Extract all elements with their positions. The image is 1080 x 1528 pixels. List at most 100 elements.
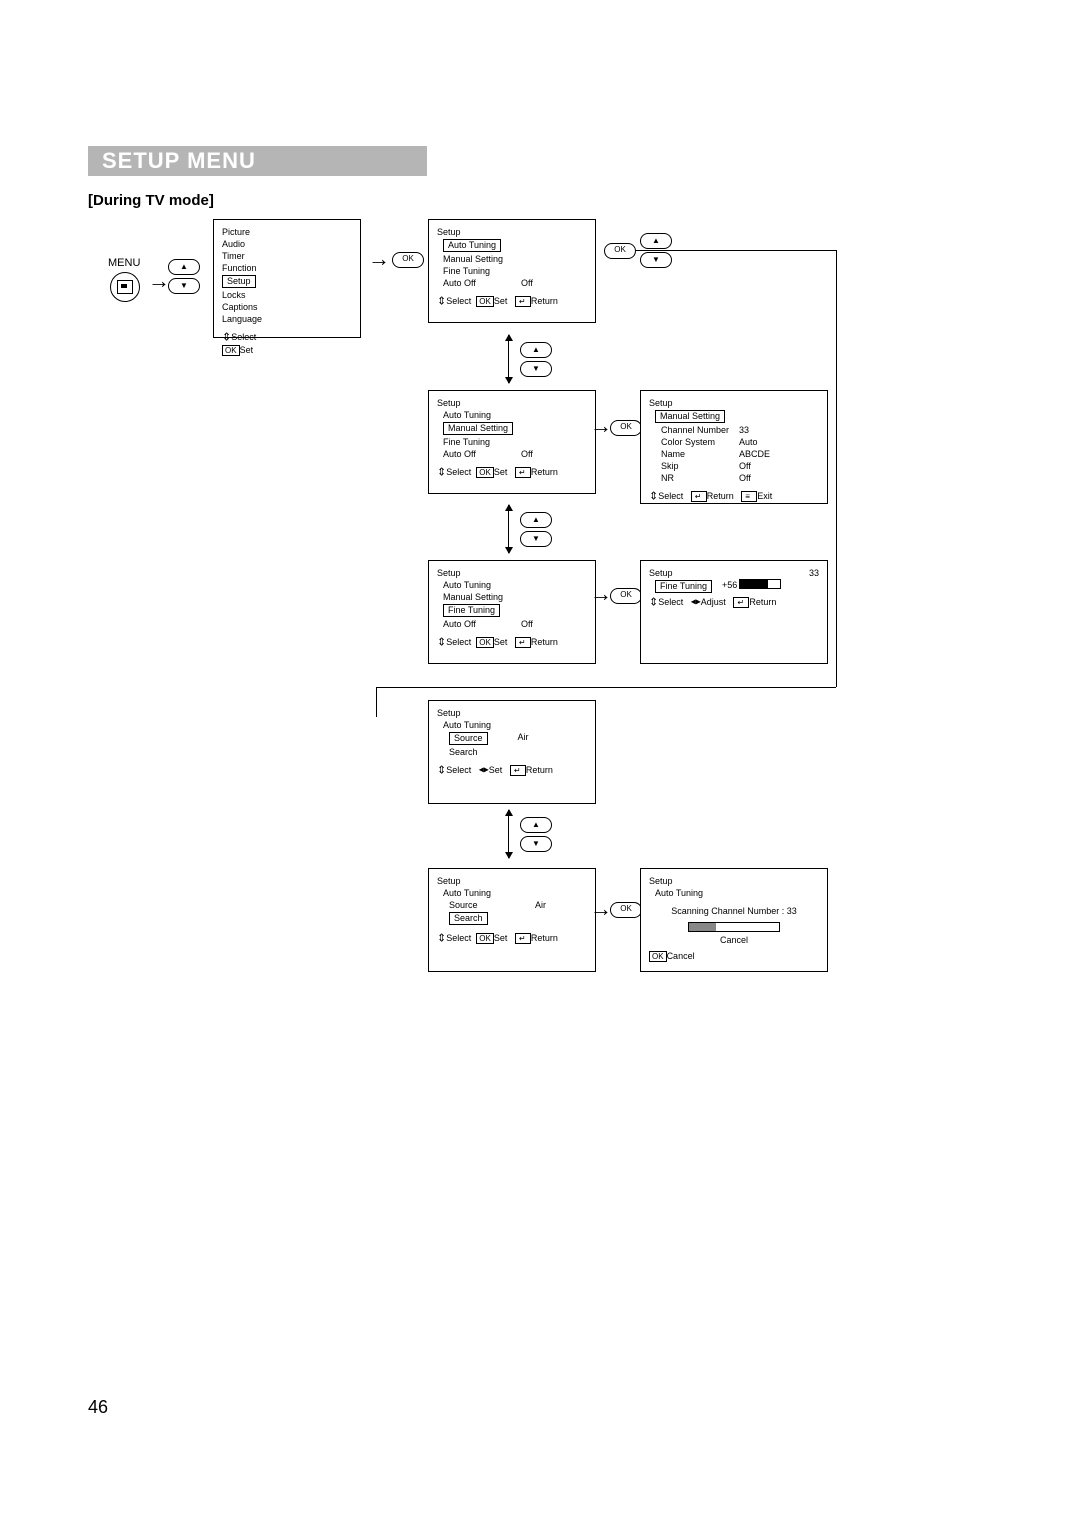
nav-down-icon[interactable]: ▼ bbox=[520, 531, 552, 547]
vertical-connector bbox=[508, 505, 509, 553]
panel-hints: ⇕Select ◂▸Adjust Return bbox=[649, 596, 819, 609]
setup-panel-manual: Setup Auto Tuning Manual Setting Fine Tu… bbox=[428, 390, 596, 494]
menu-item[interactable]: Fine Tuning bbox=[443, 436, 521, 448]
menu-item-selected[interactable]: Fine Tuning bbox=[655, 580, 712, 593]
cancel-label[interactable]: Cancel bbox=[649, 934, 819, 946]
panel-title: Setup bbox=[437, 875, 587, 887]
menu-item[interactable]: Manual Setting bbox=[443, 591, 521, 603]
section-subhead: [During TV mode] bbox=[88, 192, 214, 209]
arrow-right-icon: → bbox=[590, 898, 612, 920]
nav-up-icon[interactable]: ▲ bbox=[168, 259, 200, 275]
vertical-connector bbox=[508, 810, 509, 858]
menu-button-icon[interactable] bbox=[110, 272, 140, 302]
menu-value: Off bbox=[521, 448, 561, 460]
progress-bar bbox=[688, 922, 780, 932]
panel-title: Setup bbox=[649, 397, 819, 409]
menu-item[interactable]: Function bbox=[222, 262, 352, 274]
field-value: ABCDE bbox=[739, 448, 779, 460]
menu-item[interactable]: Locks bbox=[222, 289, 352, 301]
nav-up-icon[interactable]: ▲ bbox=[520, 817, 552, 833]
setup-panel-fine: Setup Auto Tuning Manual Setting Fine Tu… bbox=[428, 560, 596, 664]
panel-title: Setup bbox=[437, 567, 587, 579]
ok-button[interactable]: OK bbox=[610, 420, 642, 436]
nav-down-icon[interactable]: ▼ bbox=[520, 836, 552, 852]
field-label: Color System bbox=[661, 436, 739, 448]
page-number: 46 bbox=[88, 1397, 108, 1418]
field-label: Name bbox=[661, 448, 739, 460]
panel-hints: ⇕Select OKSet Return bbox=[437, 636, 587, 649]
panel-hints: ⇕Select OKSet Return bbox=[437, 466, 587, 479]
field-value: 33 bbox=[739, 424, 779, 436]
menu-item[interactable]: Language bbox=[222, 313, 352, 325]
menu-item-selected[interactable]: Manual Setting bbox=[443, 422, 513, 435]
nav-up-icon[interactable]: ▲ bbox=[640, 233, 672, 249]
fine-tuning-value: +56 bbox=[722, 579, 737, 594]
nav-up-icon[interactable]: ▲ bbox=[520, 512, 552, 528]
channel-number: 33 bbox=[809, 567, 819, 579]
menu-item[interactable]: Timer bbox=[222, 250, 352, 262]
field-label: NR bbox=[661, 472, 739, 484]
main-menu-panel: Picture Audio Timer Function Setup Locks… bbox=[213, 219, 361, 338]
menu-item-selected[interactable]: Fine Tuning bbox=[443, 604, 500, 617]
menu-value: Off bbox=[521, 277, 561, 289]
arrow-right-icon: → bbox=[148, 270, 170, 292]
ok-button[interactable]: OK bbox=[604, 243, 636, 259]
arrow-right-icon: → bbox=[368, 248, 390, 270]
connector-line bbox=[376, 687, 377, 717]
manual-setting-panel: Setup Manual Setting Channel Number33 Co… bbox=[640, 390, 828, 504]
fine-tuning-panel: Setup 33 Fine Tuning +56 ⇕Select ◂▸Adjus… bbox=[640, 560, 828, 664]
field-value: Air bbox=[535, 899, 575, 911]
auto-tuning-source-panel: Setup Auto Tuning SourceAir Search ⇕Sele… bbox=[428, 700, 596, 804]
vertical-connector bbox=[508, 335, 509, 383]
panel-title: Setup bbox=[649, 567, 673, 579]
panel-subtitle: Auto Tuning bbox=[443, 719, 491, 731]
scanning-text: Scanning Channel Number : 33 bbox=[649, 905, 819, 917]
ok-button[interactable]: OK bbox=[610, 902, 642, 918]
nav-down-icon[interactable]: ▼ bbox=[640, 252, 672, 268]
menu-item[interactable]: Auto Off bbox=[443, 277, 521, 289]
panel-title: Setup bbox=[437, 226, 587, 238]
field-label: Channel Number bbox=[661, 424, 739, 436]
panel-title: Setup bbox=[437, 707, 587, 719]
nav-down-icon[interactable]: ▼ bbox=[168, 278, 200, 294]
menu-item[interactable]: Audio bbox=[222, 238, 352, 250]
menu-item[interactable]: Auto Tuning bbox=[443, 409, 521, 421]
setup-panel-autotuning: Setup Auto Tuning Manual Setting Fine Tu… bbox=[428, 219, 596, 323]
connector-line bbox=[636, 250, 836, 251]
menu-item[interactable]: Source bbox=[449, 899, 527, 911]
page-title: SETUP MENU bbox=[88, 146, 427, 176]
nav-up-icon[interactable]: ▲ bbox=[520, 342, 552, 358]
field-value: Off bbox=[739, 472, 779, 484]
menu-item[interactable]: Fine Tuning bbox=[443, 265, 521, 277]
menu-item-selected[interactable]: Search bbox=[449, 912, 488, 925]
fine-tuning-bar bbox=[739, 579, 781, 589]
menu-hints: ⇕Select OKSet bbox=[222, 331, 352, 356]
nav-down-icon[interactable]: ▼ bbox=[520, 361, 552, 377]
menu-item[interactable]: Manual Setting bbox=[443, 253, 521, 265]
menu-item-selected[interactable]: Setup bbox=[222, 275, 256, 288]
panel-hints: OKCancel bbox=[649, 950, 819, 962]
menu-item-selected[interactable]: Source bbox=[449, 732, 488, 745]
menu-label: MENU bbox=[108, 257, 140, 269]
arrow-right-icon: → bbox=[590, 583, 612, 605]
menu-item[interactable]: Picture bbox=[222, 226, 352, 238]
menu-item-selected[interactable]: Auto Tuning bbox=[443, 239, 501, 252]
menu-item[interactable]: Search bbox=[449, 746, 527, 758]
menu-item[interactable]: Auto Tuning bbox=[443, 579, 521, 591]
panel-hints: ⇕Select OKSet Return bbox=[437, 932, 587, 945]
field-value: Off bbox=[739, 460, 779, 472]
menu-item[interactable]: Captions bbox=[222, 301, 352, 313]
menu-item-selected[interactable]: Manual Setting bbox=[655, 410, 725, 423]
panel-subtitle: Auto Tuning bbox=[655, 887, 703, 899]
panel-hints: ⇕Select Return Exit bbox=[649, 490, 819, 503]
ok-button[interactable]: OK bbox=[610, 588, 642, 604]
ok-button[interactable]: OK bbox=[392, 252, 424, 268]
menu-item[interactable]: Auto Off bbox=[443, 448, 521, 460]
arrow-right-icon: → bbox=[590, 415, 612, 437]
panel-subtitle: Auto Tuning bbox=[443, 887, 491, 899]
panel-title: Setup bbox=[437, 397, 587, 409]
menu-item[interactable]: Auto Off bbox=[443, 618, 521, 630]
field-label: Skip bbox=[661, 460, 739, 472]
panel-hints: ⇕Select ◂▸Set Return bbox=[437, 764, 587, 777]
panel-title: Setup bbox=[649, 875, 819, 887]
